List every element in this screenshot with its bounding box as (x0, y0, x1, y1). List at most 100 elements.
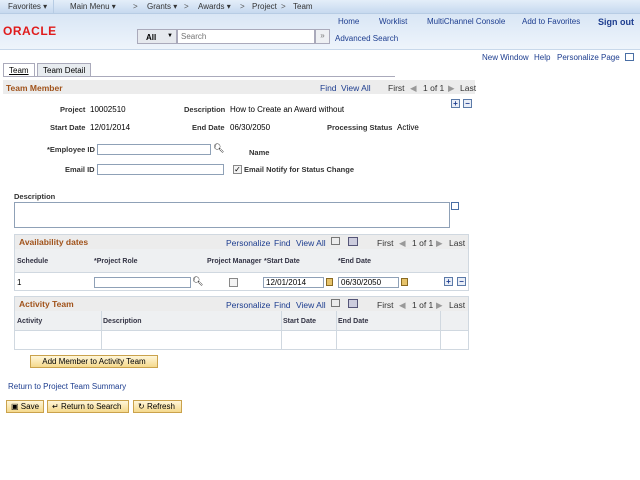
zoom-icon[interactable] (331, 299, 340, 307)
description-label: Description (184, 105, 226, 114)
prev-icon[interactable]: ◀ (399, 300, 406, 311)
search-icon[interactable]: 🔍︎ (213, 143, 224, 154)
first-label[interactable]: First (377, 300, 394, 310)
add-row-icon[interactable]: + (451, 99, 460, 108)
view-all-link[interactable]: View All (296, 300, 326, 310)
refresh-button[interactable]: ↻ Refresh (133, 400, 182, 413)
email-id-label: Email ID (65, 165, 95, 174)
col-end-date: *End Date (338, 258, 372, 265)
search-input[interactable] (177, 29, 315, 44)
first-label[interactable]: First (377, 238, 394, 248)
return-summary-link[interactable]: Return to Project Team Summary (8, 382, 126, 391)
end-date-label: End Date (192, 123, 225, 132)
prev-icon[interactable]: ◀ (410, 83, 417, 94)
search-go-button[interactable]: » (315, 29, 330, 44)
divider (440, 311, 441, 349)
help-link[interactable]: Help (534, 53, 550, 62)
search-scope-select[interactable]: All ▼ (137, 29, 177, 44)
end-date-value: 06/30/2050 (230, 123, 271, 132)
breadcrumb-project[interactable]: Project (252, 2, 277, 11)
project-role-input[interactable] (94, 277, 191, 288)
return-icon: ↵ (52, 402, 59, 411)
button-label: Return to Search (60, 402, 122, 411)
table-row: 1 🔍︎ 12/01/2014 06/30/2050 + − (15, 273, 468, 291)
view-all-link[interactable]: View All (341, 83, 371, 93)
divider (101, 311, 102, 349)
end-date-input[interactable]: 06/30/2050 (338, 277, 399, 288)
start-date-input[interactable]: 12/01/2014 (263, 277, 324, 288)
delete-row-icon[interactable]: − (463, 99, 472, 108)
find-link[interactable]: Find (274, 300, 291, 310)
col-project-manager: Project Manager (207, 258, 262, 265)
next-icon[interactable]: ▶ (448, 83, 455, 94)
employee-id-input[interactable] (97, 144, 211, 155)
employee-id-label: *Employee ID (47, 145, 95, 154)
tab-divider (3, 76, 395, 77)
personalize-link[interactable]: Personalize (226, 300, 270, 310)
breadcrumb-sep: > (184, 2, 189, 11)
download-icon[interactable] (348, 299, 358, 308)
email-id-input[interactable] (97, 164, 224, 175)
description-textarea[interactable] (14, 202, 450, 228)
project-manager-checkbox[interactable] (229, 278, 238, 287)
view-all-link[interactable]: View All (296, 238, 326, 248)
tab-team[interactable]: Team (3, 63, 35, 76)
search-scope-value: All (146, 33, 157, 42)
find-link[interactable]: Find (320, 83, 337, 93)
next-icon[interactable]: ▶ (436, 300, 443, 311)
grid-icon[interactable] (625, 53, 634, 61)
add-member-button[interactable]: Add Member to Activity Team (30, 355, 158, 368)
breadcrumb-awards[interactable]: Awards ▾ (198, 2, 231, 11)
add-row-icon[interactable]: + (444, 277, 453, 286)
section-title: Activity Team (19, 299, 74, 309)
first-label[interactable]: First (388, 83, 405, 93)
status-value: Active (397, 123, 419, 132)
chevron-down-icon: ▼ (167, 33, 173, 39)
zoom-icon[interactable] (331, 237, 340, 245)
col-project-role: *Project Role (94, 258, 138, 265)
personalize-link[interactable]: Personalize (226, 238, 270, 248)
save-button[interactable]: ▣ Save (6, 400, 44, 413)
column-headers: Activity Description Start Date End Date (15, 311, 468, 331)
breadcrumb-sep: > (281, 2, 286, 11)
team-member-header: Team Member Find View All First ◀ 1 of 1… (3, 80, 476, 94)
col-activity: Activity (17, 318, 43, 325)
find-link[interactable]: Find (274, 238, 291, 248)
advanced-search-link[interactable]: Advanced Search (335, 34, 398, 43)
availability-grid: Availability dates Personalize Find View… (14, 234, 469, 291)
add-favorites-link[interactable]: Add to Favorites (522, 17, 580, 26)
next-icon[interactable]: ▶ (436, 238, 443, 249)
home-link[interactable]: Home (338, 17, 359, 26)
prev-icon[interactable]: ◀ (399, 238, 406, 249)
main-menu[interactable]: Main Menu ▾ (70, 2, 116, 11)
return-to-search-button[interactable]: ↵ Return to Search (47, 400, 129, 413)
download-icon[interactable] (348, 237, 358, 246)
breadcrumb-sep: > (240, 2, 245, 11)
button-label: Refresh (146, 402, 175, 411)
last-label[interactable]: Last (449, 238, 465, 248)
project-label: Project (60, 105, 86, 114)
worklist-link[interactable]: Worklist (379, 17, 407, 26)
calendar-icon[interactable] (326, 278, 333, 286)
section-title: Availability dates (19, 237, 89, 247)
sign-out-link[interactable]: Sign out (598, 17, 634, 27)
delete-row-icon[interactable]: − (457, 277, 466, 286)
personalize-page-link[interactable]: Personalize Page (557, 53, 620, 62)
tab-team-detail[interactable]: Team Detail (37, 63, 92, 76)
breadcrumb-grants[interactable]: Grants ▾ (147, 2, 177, 11)
new-window-link[interactable]: New Window (482, 53, 529, 62)
last-label[interactable]: Last (449, 300, 465, 310)
availability-header: Availability dates Personalize Find View… (15, 235, 468, 249)
divider (281, 311, 282, 349)
multichannel-link[interactable]: MultiChannel Console (427, 17, 505, 26)
row-count: 1 of 1 (423, 83, 445, 93)
last-label[interactable]: Last (460, 83, 476, 93)
button-label: Save (20, 402, 40, 411)
favorites-menu[interactable]: Favorites ▾ (8, 2, 47, 11)
search-icon[interactable]: 🔍︎ (192, 276, 203, 287)
calendar-icon[interactable] (401, 278, 408, 286)
expand-text-icon[interactable] (451, 202, 459, 210)
email-notify-checkbox[interactable]: ✓ (233, 165, 242, 174)
column-headers: Schedule *Project Role Project Manager *… (15, 249, 468, 273)
header: Home Worklist MultiChannel Console Add t… (0, 14, 640, 50)
